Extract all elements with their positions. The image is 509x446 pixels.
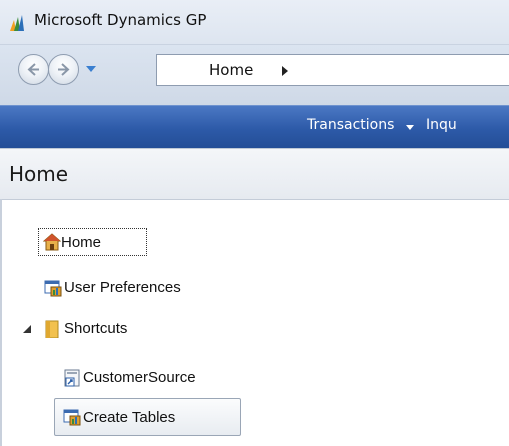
nav-item-create-tables[interactable]: Create Tables <box>54 398 241 436</box>
forward-button[interactable] <box>48 54 79 85</box>
back-button[interactable] <box>18 54 49 85</box>
caret-down-icon[interactable] <box>406 125 414 131</box>
page-header: Home <box>0 148 509 200</box>
nav-item-shortcuts[interactable]: Shortcuts <box>40 317 240 341</box>
home-icon <box>43 233 61 251</box>
dynamics-logo-icon <box>10 15 24 31</box>
history-dropdown-icon[interactable] <box>84 63 98 75</box>
title-bar: Microsoft Dynamics GP <box>0 0 509 45</box>
arrow-right-icon <box>58 63 70 76</box>
nav-item-customersource[interactable]: CustomerSource <box>59 366 259 390</box>
nav-item-label: CustomerSource <box>83 369 196 386</box>
expand-triangle-icon[interactable] <box>23 325 31 333</box>
window-icon <box>44 280 62 297</box>
navigation-bar: Home <box>0 45 509 105</box>
address-bar[interactable]: Home <box>156 54 509 86</box>
chevron-right-icon[interactable] <box>281 66 289 76</box>
window-title: Microsoft Dynamics GP <box>34 11 207 29</box>
shortcut-icon <box>64 369 80 387</box>
nav-item-label: User Preferences <box>64 279 181 296</box>
arrow-left-icon <box>27 63 39 76</box>
nav-item-label: Home <box>61 234 102 251</box>
nav-item-home[interactable]: Home <box>38 228 147 256</box>
nav-item-user-preferences[interactable]: User Preferences <box>40 276 240 300</box>
nav-item-label: Shortcuts <box>64 320 128 337</box>
menu-bar: Transactions Inqu <box>0 105 509 148</box>
menu-inquiry[interactable]: Inqu <box>426 117 457 133</box>
pane-border <box>0 199 2 446</box>
address-path[interactable]: Home <box>209 61 253 79</box>
page-title: Home <box>9 162 69 186</box>
folder-icon <box>45 320 59 338</box>
window-icon <box>63 409 81 426</box>
nav-item-label: Create Tables <box>83 409 176 426</box>
menu-transactions[interactable]: Transactions <box>307 117 394 133</box>
